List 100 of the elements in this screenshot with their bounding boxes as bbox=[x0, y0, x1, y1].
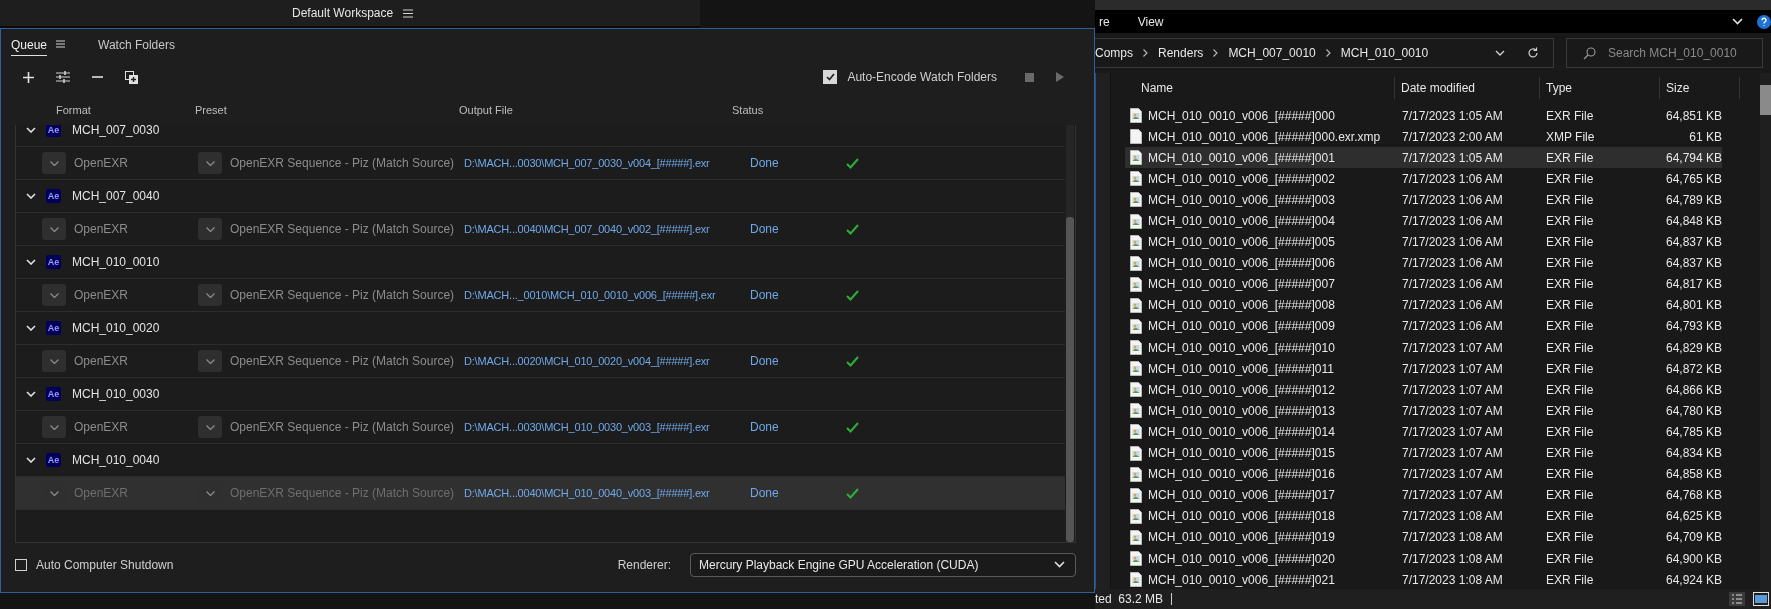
output-file-link[interactable]: D:\MACH...0030\MCH_007_0030_v004_[#####].exr bbox=[464, 157, 710, 169]
caret-icon bbox=[205, 226, 215, 232]
settings-icon[interactable] bbox=[56, 71, 70, 83]
renderer-dropdown[interactable]: Mercury Playback Engine GPU Acceleration (CUDA) bbox=[690, 552, 1076, 577]
column-header[interactable]: Format bbox=[56, 104, 91, 116]
menu-item[interactable]: re bbox=[1099, 14, 1110, 29]
column-header[interactable]: Name bbox=[1125, 77, 1395, 99]
status-text: Done bbox=[750, 222, 779, 236]
preset-label: OpenEXR Sequence - Piz (Match Source) bbox=[230, 354, 455, 368]
file-row[interactable]: MCH_010_0010_v006_[#####]015 7/17/2023 1:07 AM EXR File 64,834 KB bbox=[1125, 442, 1722, 464]
queue-item-row[interactable]: OpenEXR OpenEXR Sequence - Piz (Match Source) D:\MACH...0030\MCH_007_0030_v004_[#####].exr Done bbox=[16, 147, 1065, 180]
file-row[interactable]: MCH_010_0010_v006_[#####]019 7/17/2023 1:08 AM EXR File 64,709 KB bbox=[1125, 526, 1722, 548]
chevron-icon[interactable] bbox=[26, 391, 36, 397]
image-file-icon bbox=[1130, 424, 1142, 440]
details-view-icon[interactable] bbox=[1729, 592, 1745, 606]
file-row[interactable]: MCH_010_0010_v006_[#####]009 7/17/2023 1:06 AM EXR File 64,793 KB bbox=[1125, 315, 1722, 338]
scrollbar[interactable] bbox=[1066, 125, 1074, 542]
file-row[interactable]: MCH_010_0010_v006_[#####]004 7/17/2023 1:06 AM EXR File 64,848 KB bbox=[1125, 210, 1722, 232]
chevron-icon[interactable] bbox=[26, 457, 36, 463]
chevron-icon[interactable] bbox=[1495, 50, 1505, 56]
checkbox[interactable] bbox=[823, 70, 838, 84]
column-header[interactable]: Status bbox=[732, 104, 764, 116]
queue-item-row[interactable]: OpenEXR OpenEXR Sequence - Piz (Match Source) D:\MACH..._0010\MCH_010_0010_v006_[#####].exr Done bbox=[16, 279, 1065, 312]
column-header[interactable]: Preset bbox=[195, 104, 227, 116]
chevron-icon[interactable] bbox=[26, 193, 36, 199]
caret-icon bbox=[205, 424, 215, 430]
checkbox-label: Auto Computer Shutdown bbox=[36, 557, 174, 572]
chevron-icon[interactable] bbox=[26, 325, 36, 331]
column-header[interactable]: Type bbox=[1540, 77, 1660, 99]
file-row[interactable]: MCH_010_0010_v006_[#####]005 7/17/2023 1:06 AM EXR File 64,837 KB bbox=[1125, 231, 1722, 253]
status-text: Done bbox=[750, 354, 779, 368]
file-row[interactable]: MCH_010_0010_v006_[#####]000 7/17/2023 1:05 AM EXR File 64,851 KB bbox=[1125, 105, 1722, 127]
thumbnail-view-icon[interactable] bbox=[1753, 592, 1769, 606]
panel-tab[interactable]: Watch Folders bbox=[98, 32, 175, 56]
app-badge: Ae bbox=[46, 125, 61, 137]
file-row[interactable]: MCH_010_0010_v006_[#####]010 7/17/2023 1:07 AM EXR File 64,829 KB bbox=[1125, 337, 1722, 359]
address-bar[interactable]: Comps Renders MCH_007_0010 MCH_010_0010 bbox=[1095, 38, 1554, 68]
queue-item-row[interactable]: OpenEXR OpenEXR Sequence - Piz (Match Source) D:\MACH...0040\MCH_010_0040_v003_[#####].exr Done bbox=[16, 477, 1065, 510]
app-badge: Ae bbox=[46, 189, 61, 203]
image-file-icon bbox=[1130, 403, 1142, 419]
file-row[interactable]: MCH_010_0010_v006_[#####]013 7/17/2023 1:07 AM EXR File 64,780 KB bbox=[1125, 400, 1722, 422]
file-row[interactable]: MCH_010_0010_v006_[#####]021 7/17/2023 1:08 AM EXR File 64,924 KB bbox=[1125, 569, 1722, 589]
stop-icon[interactable] bbox=[1025, 72, 1034, 82]
queue-item-row[interactable]: OpenEXR OpenEXR Sequence - Piz (Match Source) D:\MACH...0040\MCH_007_0040_v002_[#####].exr Done bbox=[16, 213, 1065, 246]
chevron-icon[interactable] bbox=[26, 127, 36, 133]
add-icon[interactable] bbox=[23, 71, 34, 83]
file-row[interactable]: MCH_010_0010_v006_[#####]003 7/17/2023 1:06 AM EXR File 64,789 KB bbox=[1125, 189, 1722, 211]
file-row[interactable]: MCH_010_0010_v006_[#####]000.exr.xmp 7/17/2023 2:00 AM XMP File 61 KB bbox=[1125, 126, 1722, 148]
file-row[interactable]: MCH_010_0010_v006_[#####]001 7/17/2023 1:05 AM EXR File 64,794 KB bbox=[1125, 147, 1722, 169]
output-file-link[interactable]: D:\MACH...0040\MCH_010_0040_v003_[#####].exr bbox=[464, 487, 710, 499]
column-header[interactable]: Output File bbox=[459, 104, 513, 116]
composition-name: MCH_010_0030 bbox=[72, 387, 160, 401]
scrollbar[interactable] bbox=[1760, 73, 1771, 589]
file-row[interactable]: MCH_010_0010_v006_[#####]002 7/17/2023 1:06 AM EXR File 64,765 KB bbox=[1125, 168, 1722, 190]
file-row[interactable]: MCH_010_0010_v006_[#####]014 7/17/2023 1:07 AM EXR File 64,785 KB bbox=[1125, 421, 1722, 443]
menu-icon[interactable] bbox=[403, 8, 414, 18]
file-row[interactable]: MCH_010_0010_v006_[#####]006 7/17/2023 1:06 AM EXR File 64,837 KB bbox=[1125, 252, 1722, 274]
chevron-icon[interactable] bbox=[26, 259, 36, 265]
file-row[interactable]: MCH_010_0010_v006_[#####]008 7/17/2023 1:06 AM EXR File 64,801 KB bbox=[1125, 294, 1722, 316]
format-label: OpenEXR bbox=[74, 156, 129, 170]
checkbox[interactable] bbox=[15, 558, 27, 571]
caret-icon bbox=[49, 424, 59, 430]
queue-item-row[interactable]: OpenEXR OpenEXR Sequence - Piz (Match Source) D:\MACH...0030\MCH_010_0030_v003_[#####].exr Done bbox=[16, 411, 1065, 444]
menu-item[interactable]: View bbox=[1137, 14, 1164, 29]
search-field[interactable]: Search MCH_010_0010 bbox=[1566, 38, 1763, 68]
chevron-icon bbox=[1213, 49, 1219, 57]
image-file-icon bbox=[1130, 508, 1142, 524]
preset-label: OpenEXR Sequence - Piz (Match Source) bbox=[230, 156, 455, 170]
composition-name: MCH_007_0030 bbox=[72, 125, 160, 137]
column-header[interactable]: Date modified bbox=[1395, 77, 1540, 99]
output-file-link[interactable]: D:\MACH..._0010\MCH_010_0010_v006_[#####].exr bbox=[464, 289, 716, 301]
panel-tab[interactable]: Queue bbox=[11, 32, 48, 56]
output-file-link[interactable]: D:\MACH...0040\MCH_007_0040_v002_[#####].exr bbox=[464, 223, 710, 235]
file-row[interactable]: MCH_010_0010_v006_[#####]012 7/17/2023 1:07 AM EXR File 64,866 KB bbox=[1125, 379, 1722, 401]
image-file-icon bbox=[1130, 108, 1142, 124]
file-row[interactable]: MCH_010_0010_v006_[#####]017 7/17/2023 1:07 AM EXR File 64,768 KB bbox=[1125, 484, 1722, 506]
queue-item-row[interactable]: OpenEXR OpenEXR Sequence - Piz (Match Source) D:\MACH...0020\MCH_010_0020_v004_[#####].exr Done bbox=[16, 345, 1065, 378]
image-file-icon bbox=[1130, 551, 1142, 566]
image-file-icon bbox=[1130, 297, 1142, 313]
status-text: Done bbox=[750, 156, 779, 170]
file-row[interactable]: MCH_010_0010_v006_[#####]018 7/17/2023 1:08 AM EXR File 64,625 KB bbox=[1125, 505, 1722, 527]
chevron-icon[interactable] bbox=[1732, 18, 1743, 25]
help-icon[interactable] bbox=[1757, 14, 1771, 29]
caret-icon bbox=[205, 358, 215, 364]
column-header[interactable]: Size bbox=[1660, 77, 1740, 99]
output-file-link[interactable]: D:\MACH...0020\MCH_010_0020_v004_[#####].exr bbox=[464, 355, 710, 367]
file-row[interactable]: MCH_010_0010_v006_[#####]016 7/17/2023 1:07 AM EXR File 64,858 KB bbox=[1125, 463, 1722, 485]
refresh-icon[interactable] bbox=[1527, 47, 1539, 59]
caret-icon bbox=[205, 490, 215, 496]
file-row[interactable]: MCH_010_0010_v006_[#####]020 7/17/2023 1:08 AM EXR File 64,900 KB bbox=[1125, 547, 1722, 570]
composition-name: MCH_010_0010 bbox=[72, 255, 160, 269]
file-row[interactable]: MCH_010_0010_v006_[#####]011 7/17/2023 1:07 AM EXR File 64,872 KB bbox=[1125, 358, 1722, 380]
output-file-link[interactable]: D:\MACH...0030\MCH_010_0030_v003_[#####].exr bbox=[464, 421, 710, 433]
play-icon[interactable] bbox=[1056, 72, 1064, 82]
duplicate-icon[interactable] bbox=[125, 70, 138, 84]
checkbox-label: Auto-Encode Watch Folders bbox=[847, 70, 997, 84]
image-file-icon bbox=[1130, 466, 1142, 482]
image-file-icon bbox=[1130, 192, 1142, 208]
file-row[interactable]: MCH_010_0010_v006_[#####]007 7/17/2023 1:06 AM EXR File 64,817 KB bbox=[1125, 273, 1722, 295]
caret-icon bbox=[205, 292, 215, 298]
